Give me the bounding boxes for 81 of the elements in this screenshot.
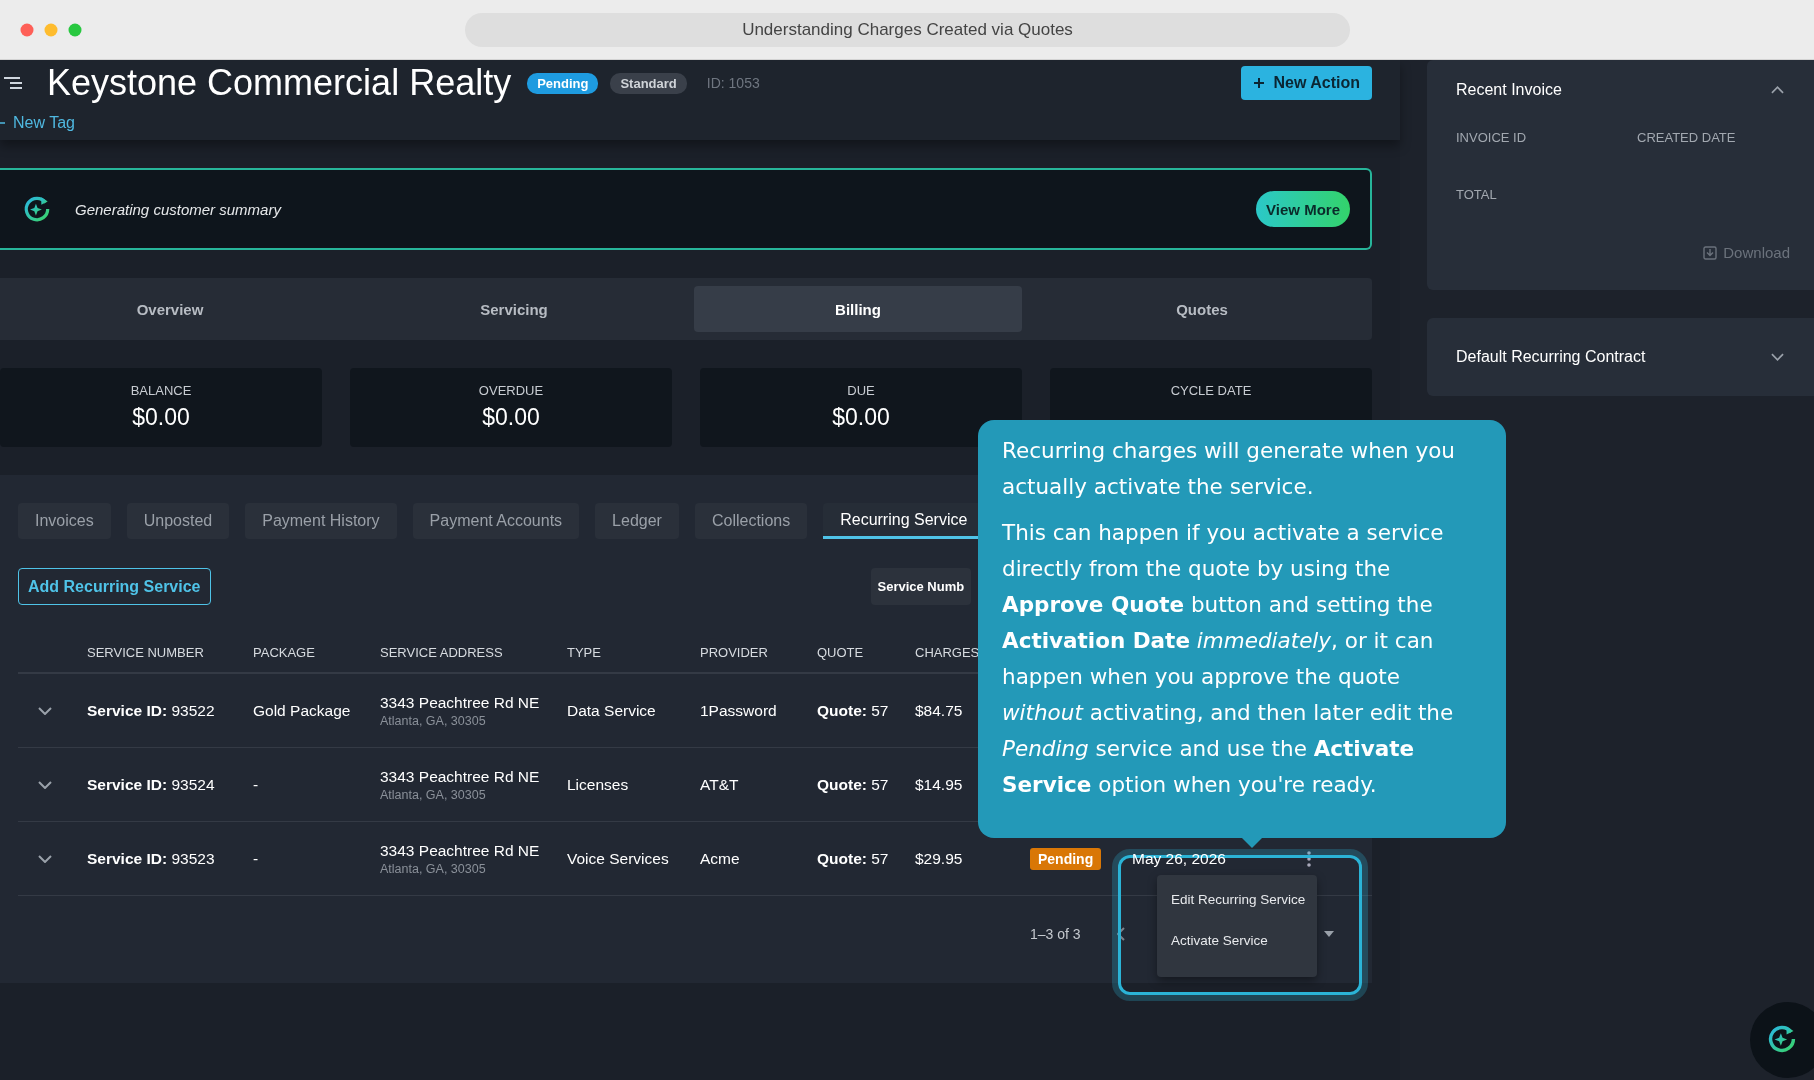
column-header: PACKAGE xyxy=(253,644,316,660)
new-tag-link[interactable]: New Tag xyxy=(13,114,75,132)
address-line: 3343 Peachtree Rd NE xyxy=(380,767,541,786)
tooltip-paragraph: Recurring charges will generate when you actually activate the service. xyxy=(1002,437,1456,501)
field-label: CREATED DATE xyxy=(1637,130,1737,145)
table-cell: Service ID: 93524 xyxy=(87,775,215,794)
address-bar[interactable]: Understanding Charges Created via Quotes xyxy=(465,13,1350,47)
table-cell: Quote: 57 xyxy=(817,775,889,794)
stat-label: DUE xyxy=(847,383,875,398)
subtab[interactable]: Invoices xyxy=(18,503,111,539)
panel-title: Recent Invoice xyxy=(1456,81,1562,99)
subtab[interactable]: Unposted xyxy=(126,503,230,539)
stat-label: CYCLE DATE xyxy=(1170,383,1252,398)
city-line: Atlanta, GA, 30305 xyxy=(380,787,487,802)
table-cell: Service ID: 93523 xyxy=(87,849,215,868)
add-recurring-service-button[interactable]: Add Recurring Service xyxy=(18,568,211,605)
column-header: SERVICE NUMBER xyxy=(87,644,205,660)
stat-value: $0.00 xyxy=(482,404,540,431)
table-cell: $29.95 xyxy=(915,849,963,868)
panel-title: Default Recurring Contract xyxy=(1456,348,1646,366)
chevron-down-icon[interactable] xyxy=(38,780,52,789)
table-cell: $84.75 xyxy=(915,701,963,720)
table-cell: Licenses xyxy=(567,775,629,794)
sparkle-refresh-icon xyxy=(22,194,52,224)
subtab[interactable]: Payment History xyxy=(245,503,397,539)
tab[interactable]: Billing xyxy=(694,286,1022,332)
view-more-button[interactable]: View More xyxy=(1256,191,1350,227)
table-cell: Quote: 57 xyxy=(817,849,889,868)
column-header: SERVICE ADDRESS xyxy=(380,644,504,660)
table-cell: AT&T xyxy=(700,775,739,794)
chevron-down-icon[interactable] xyxy=(38,706,52,715)
field-label: TOTAL xyxy=(1456,187,1498,202)
filter-chip[interactable]: Service Numb xyxy=(870,568,972,605)
new-action-button[interactable]: New Action xyxy=(1241,66,1372,100)
menu-item[interactable]: Edit Recurring Service xyxy=(1157,879,1317,920)
table-cell: Acme xyxy=(700,849,740,868)
table-cell: - xyxy=(253,849,259,868)
badge: Pending xyxy=(527,72,599,94)
status-badge: Pending xyxy=(1030,847,1102,870)
table-cell: Quote: 57 xyxy=(817,701,889,720)
address-line: 3343 Peachtree Rd NE xyxy=(380,841,541,860)
customer-id: ID: 1053 xyxy=(706,75,760,91)
table-cell: Voice Services xyxy=(567,849,669,868)
stat-value: $0.00 xyxy=(132,404,190,431)
table-cell: Service ID: 93522 xyxy=(87,701,215,720)
field-label: INVOICE ID xyxy=(1456,130,1528,145)
subtab[interactable]: Collections xyxy=(694,503,808,539)
city-line: Atlanta, GA, 30305 xyxy=(380,861,487,876)
caret-down-icon[interactable] xyxy=(1323,931,1334,937)
table-cell: - xyxy=(253,775,259,794)
column-header: CHARGES xyxy=(915,644,981,660)
tab[interactable]: Quotes xyxy=(1038,286,1366,332)
subtab[interactable]: Ledger xyxy=(595,503,679,539)
tab[interactable]: Servicing xyxy=(350,286,678,332)
menu-item[interactable]: Activate Service xyxy=(1157,920,1317,961)
column-header: QUOTE xyxy=(817,644,865,660)
table-cell: Data Service xyxy=(567,701,656,720)
stat-label: BALANCE xyxy=(130,383,192,398)
tooltip-paragraph: This can happen if you activate a service directly from the quote by using the Approve Quote button and setting the Activation Date immediately, or it can happen when you approve the quote without activating, and then later edit the Pending service and use the Activate Service option when you're ready. xyxy=(1002,519,1455,799)
table-cell: $14.95 xyxy=(915,775,963,794)
address-line: 3343 Peachtree Rd NE xyxy=(380,693,541,712)
tab[interactable]: Overview xyxy=(6,286,334,332)
list-icon[interactable] xyxy=(4,75,22,91)
pagination-range: 1–3 of 3 xyxy=(1030,926,1081,942)
download-icon xyxy=(1703,245,1718,260)
stat-value: $0.00 xyxy=(832,404,890,431)
chevron-icon[interactable] xyxy=(1771,86,1784,94)
window-controls-icon[interactable] xyxy=(20,23,82,37)
table-cell: 1Password xyxy=(700,701,777,720)
subtab[interactable]: Payment Accounts xyxy=(412,503,580,539)
column-header: TYPE xyxy=(567,644,602,660)
page-title: Keystone Commercial Realty xyxy=(47,62,512,104)
table-cell: Gold Package xyxy=(253,701,351,720)
city-line: Atlanta, GA, 30305 xyxy=(380,713,487,728)
chevron-down-icon[interactable] xyxy=(38,854,52,863)
chevron-icon[interactable] xyxy=(1771,353,1784,361)
badge: Standard xyxy=(610,72,687,94)
column-header: PROVIDER xyxy=(700,644,769,660)
stat-label: OVERDUE xyxy=(478,383,544,398)
banner-text: Generating customer summary xyxy=(75,200,281,218)
plus-icon xyxy=(1253,77,1266,89)
